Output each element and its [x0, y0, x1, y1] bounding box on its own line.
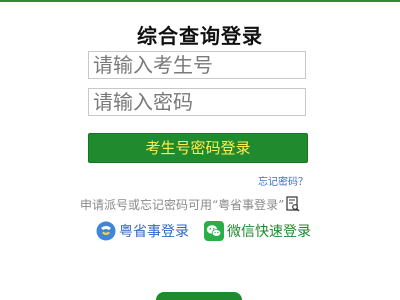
candidate-id-input[interactable] — [89, 52, 305, 78]
login-button[interactable]: 考生号密码登录 — [88, 133, 308, 163]
password-input[interactable] — [89, 89, 305, 115]
forgot-password-link[interactable]: 忘记密码？ — [258, 173, 308, 188]
yueshengshi-label: 粤省事登录 — [119, 224, 189, 240]
password-field[interactable] — [88, 88, 306, 116]
wechat-label: 微信快速登录 — [227, 224, 311, 240]
page-title: 综合查询登录 — [137, 24, 263, 48]
yueshengshi-login-button[interactable]: 粤省事登录 — [96, 220, 189, 242]
bottom-action-button[interactable] — [156, 292, 242, 300]
yueshengshi-icon — [96, 221, 116, 241]
doc-search-icon[interactable] — [286, 196, 300, 212]
wechat-icon — [204, 221, 224, 241]
hint-text: 申请派号或忘记密码可用“粤省事登录” — [80, 197, 285, 212]
candidate-id-field[interactable] — [88, 51, 306, 79]
note-row: 申请派号或忘记密码可用“粤省事登录” — [80, 195, 300, 213]
top-accent-line — [0, 0, 400, 2]
wechat-login-button[interactable]: 微信快速登录 — [204, 220, 311, 242]
